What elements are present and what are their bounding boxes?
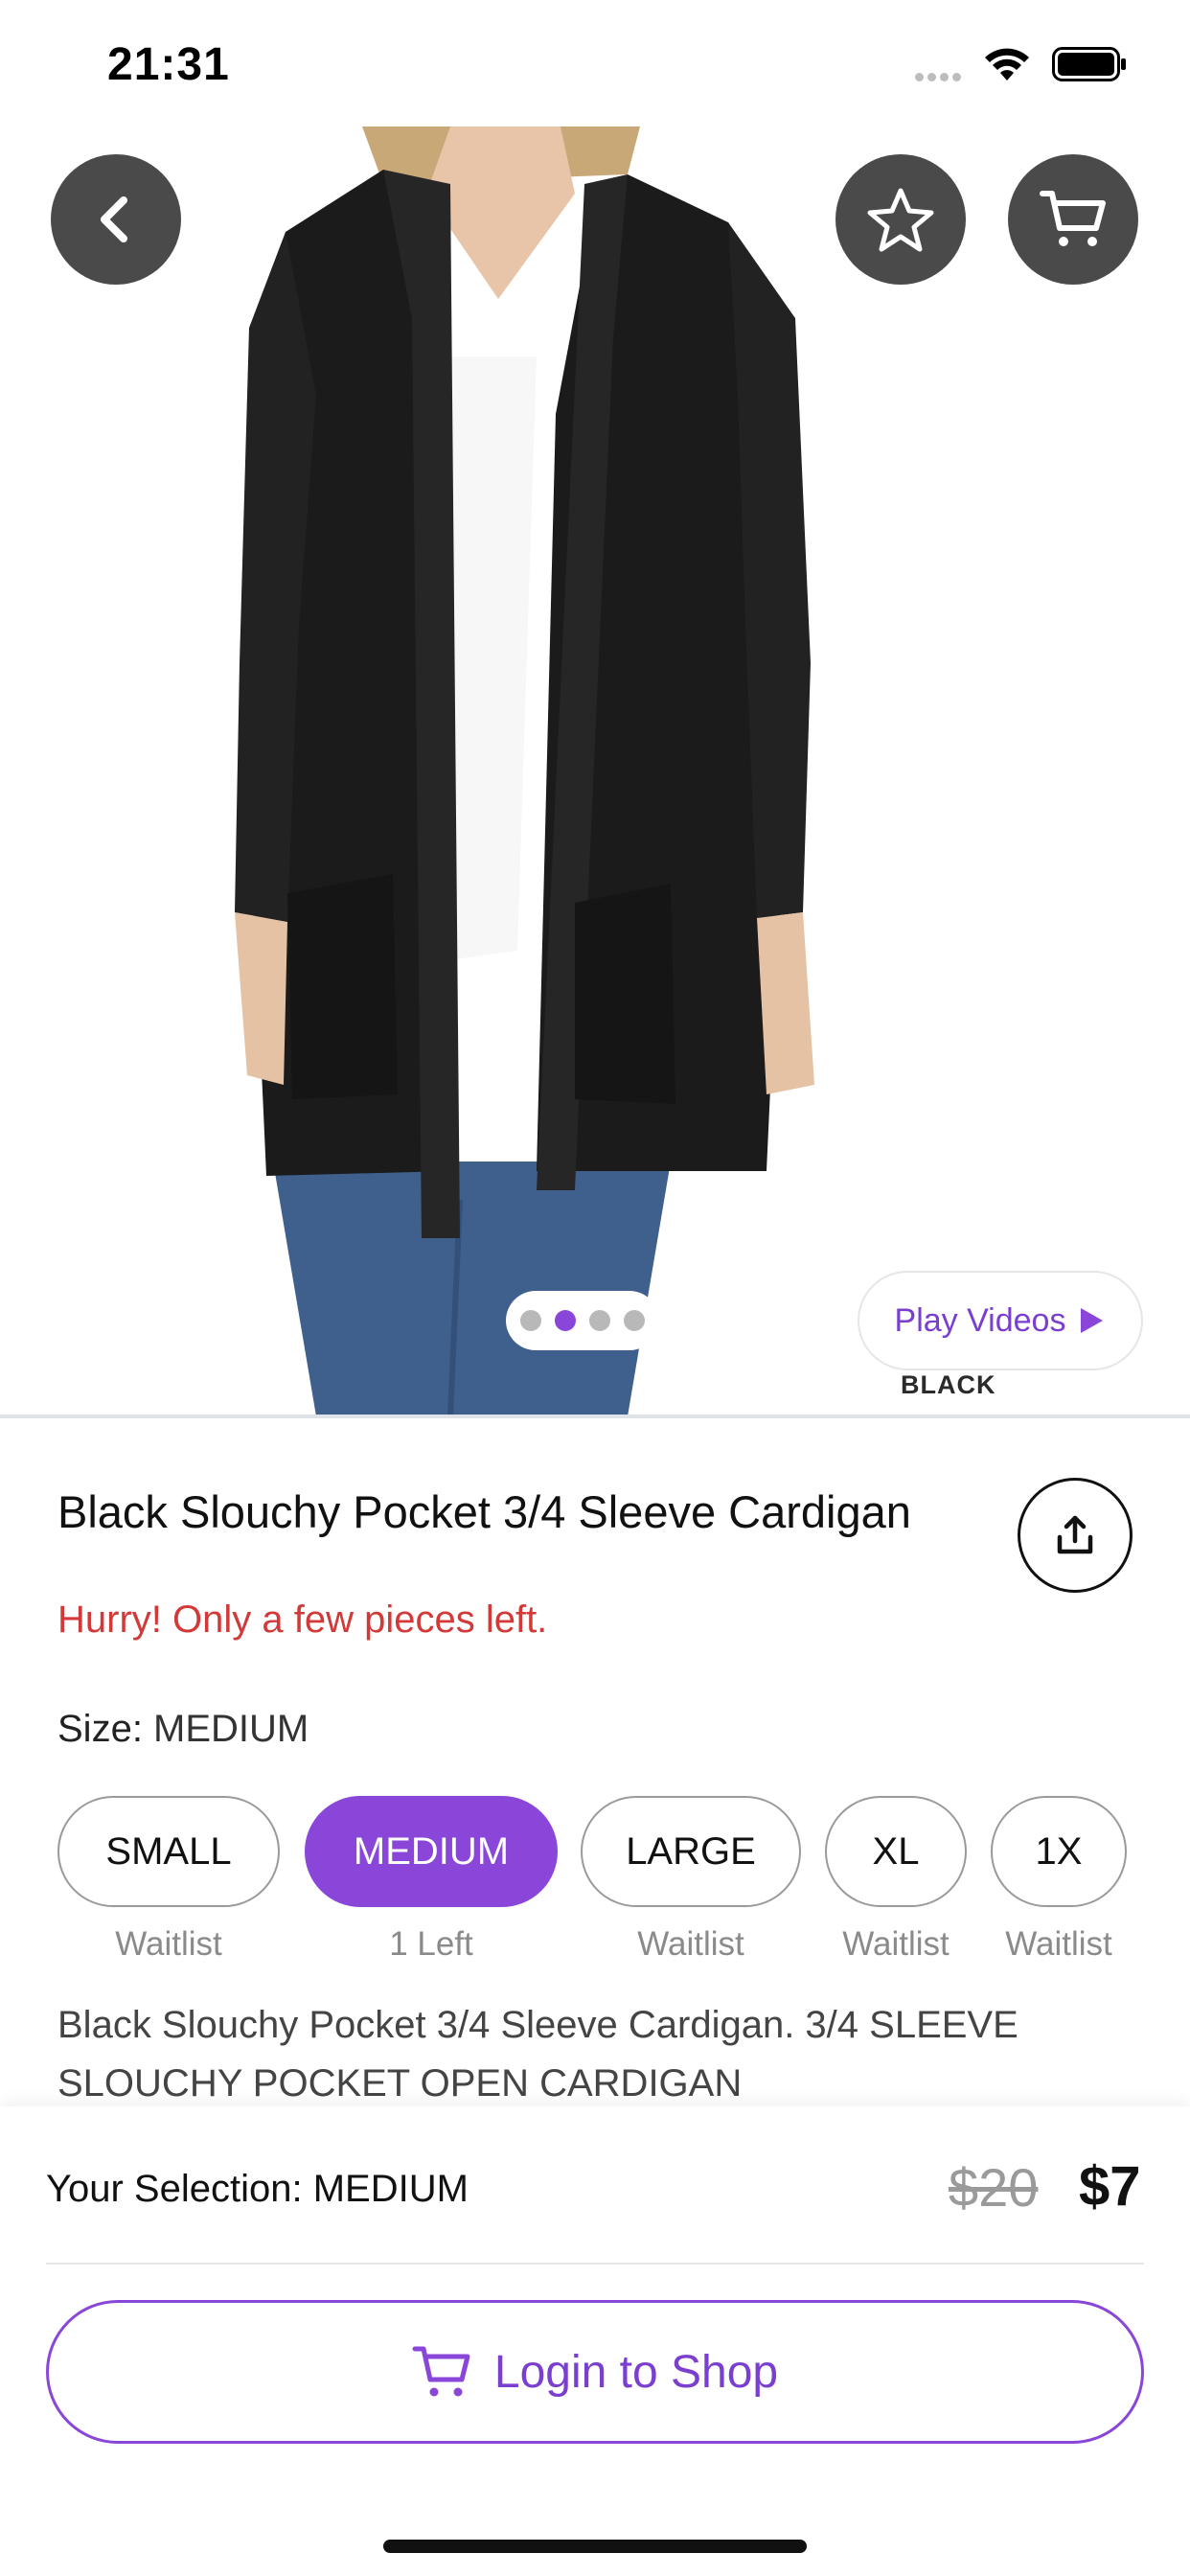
size-label-value: MEDIUM — [153, 1708, 309, 1750]
chevron-left-icon — [101, 196, 127, 242]
battery-icon — [1052, 47, 1126, 81]
size-chip-label: 1X — [1035, 1829, 1083, 1873]
size-label-prefix: Size: — [57, 1708, 154, 1750]
size-status-1x: Waitlist — [1005, 1925, 1112, 1963]
pager-dot[interactable] — [555, 1310, 576, 1331]
original-price: $20 — [949, 2157, 1039, 2218]
panel-divider — [46, 2263, 1144, 2265]
share-button[interactable] — [1018, 1478, 1133, 1593]
size-chip-label: SMALL — [105, 1829, 232, 1873]
login-to-shop-label: Login to Shop — [493, 2346, 779, 2398]
wifi-icon — [985, 48, 1029, 80]
your-selection-label: Your Selection: MEDIUM — [46, 2168, 469, 2210]
home-indicator[interactable] — [383, 2540, 807, 2553]
back-button[interactable] — [51, 154, 181, 285]
urgency-message: Hurry! Only a few pieces left. — [57, 1598, 548, 1641]
status-bar: 21:31 — [0, 0, 1190, 126]
star-icon — [867, 188, 934, 252]
signal-dots-icon — [915, 69, 965, 86]
play-videos-label: Play Videos — [894, 1301, 1066, 1339]
hero-divider — [0, 1414, 1190, 1418]
product-image[interactable] — [0, 126, 1190, 1416]
cart-button[interactable] — [1008, 154, 1138, 285]
favorite-button[interactable] — [835, 154, 966, 285]
play-icon — [1081, 1308, 1104, 1333]
cart-icon — [412, 2346, 470, 2397]
size-chip-large[interactable]: LARGE — [581, 1796, 801, 1907]
product-title: Black Slouchy Pocket 3/4 Sleeve Cardigan — [57, 1486, 911, 1537]
color-name-label: BLACK — [901, 1370, 996, 1399]
cart-icon — [1040, 191, 1106, 246]
size-chip-xl[interactable]: XL — [825, 1796, 967, 1907]
size-label: Size: MEDIUM — [57, 1708, 309, 1751]
pager-dot[interactable] — [589, 1310, 610, 1331]
bottom-purchase-panel: Your Selection: MEDIUM $20 $7 Login to S… — [0, 2106, 1190, 2576]
size-status-xl: Waitlist — [842, 1925, 950, 1963]
size-chip-1x[interactable]: 1X — [991, 1796, 1127, 1907]
size-chip-label: LARGE — [626, 1829, 756, 1873]
pager-dot[interactable] — [520, 1310, 541, 1331]
size-chip-label: MEDIUM — [353, 1829, 510, 1873]
size-status-small: Waitlist — [115, 1925, 222, 1963]
status-time: 21:31 — [107, 39, 230, 90]
current-price: $7 — [1079, 2155, 1141, 2218]
size-status-large: Waitlist — [637, 1925, 744, 1963]
login-to-shop-button[interactable]: Login to Shop — [46, 2300, 1144, 2444]
size-chip-medium[interactable]: MEDIUM — [305, 1796, 558, 1907]
size-chip-label: XL — [872, 1829, 920, 1873]
share-icon — [1057, 1515, 1093, 1554]
size-chip-small[interactable]: SMALL — [57, 1796, 280, 1907]
pager-dot[interactable] — [624, 1310, 645, 1331]
product-description: Black Slouchy Pocket 3/4 Sleeve Cardigan… — [57, 2004, 1018, 2104]
image-pager[interactable] — [506, 1291, 659, 1350]
size-status-medium: 1 Left — [389, 1925, 473, 1963]
play-videos-button[interactable]: Play Videos — [858, 1271, 1143, 1370]
product-photo-illustration — [0, 126, 1190, 1416]
